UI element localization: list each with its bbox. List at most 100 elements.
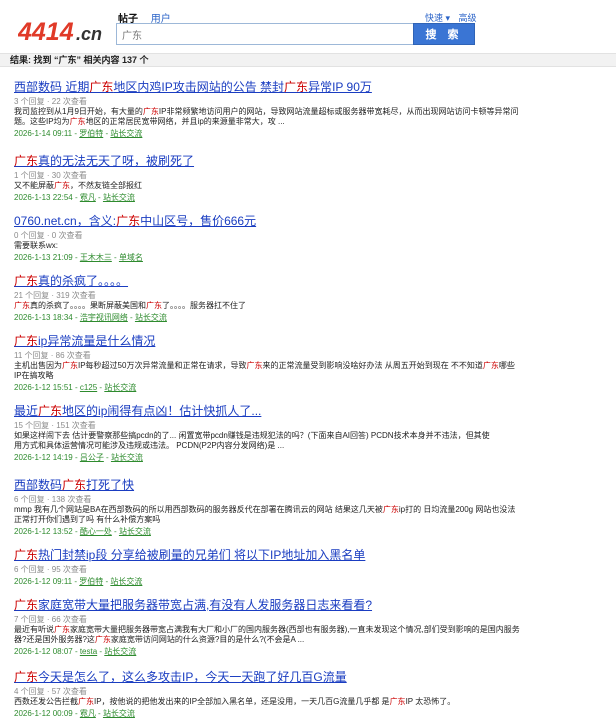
result-footer: 2026-1-12 15:51 - c125 - 站长交流	[14, 383, 137, 392]
title-text: 中山区号，售价666元	[140, 214, 257, 228]
result-author-link[interactable]: 王木木三	[80, 253, 112, 262]
snippet-text: IP非常频繁地访问用户的网站，导致网站流量超标或服务器带宽耗尽，从而出现网站访问…	[158, 107, 519, 116]
result-author-link[interactable]: 酷心一处	[80, 527, 112, 536]
result-snippet: 用方式和具体运营情况可能涉及违规或违法。 PCDN(P2P内容分发网络)是 ..…	[14, 441, 604, 451]
result-author-link[interactable]: 霓凡	[80, 193, 96, 202]
result-date: 2026-1-12 09:11	[14, 577, 73, 586]
result-item: 广东今天是怎么了，这么多攻击IP，今天一天跑了好几百G流量 4 个回复 · 57 …	[14, 670, 604, 719]
result-board-link[interactable]: 站长交流	[110, 577, 142, 586]
result-title-link[interactable]: 广东ip异常流量是什么情况	[14, 334, 604, 349]
result-snippet: mmp 我有几个网站是BA在西部数码的所以用西部数码的服务器反代在部署在腾讯云的…	[14, 505, 604, 515]
result-board-link[interactable]: 单域名	[119, 253, 143, 262]
keyword-highlight: 广东	[382, 505, 399, 514]
site-logo[interactable]: 4414 .cn	[18, 18, 108, 46]
result-item: 最近广东地区的ip闹得有点凶！估计快抓人了... 15 个回复 · 151 次查看…	[14, 404, 604, 463]
result-snippet: 主机出售因为广东IP每秒超过50万次异常流量和正常在请求，导致广东来的正常流量受…	[14, 361, 604, 371]
snippet-text: 真的杀疯了。。。。果断屏蔽美国和	[30, 301, 146, 310]
keyword-highlight: 广东	[146, 301, 162, 310]
snippet-text: 最近有听说	[14, 625, 54, 634]
result-date: 2026-1-13 18:34	[14, 313, 73, 322]
result-board-link[interactable]: 站长交流	[119, 527, 151, 536]
snippet-text: IP 太恐怖了。	[405, 697, 456, 706]
result-author-link[interactable]: 吕公子	[80, 453, 104, 462]
result-title-link[interactable]: 广东真的杀疯了。。。。	[14, 274, 604, 289]
result-board-link[interactable]: 站长交流	[110, 129, 142, 138]
header: 4414 .cn 帖子 用户 快速 ▾ 高级 广东 搜 索	[0, 0, 616, 50]
result-author-link[interactable]: 罗伯特	[79, 577, 103, 586]
search-button[interactable]: 搜 索	[413, 23, 475, 45]
result-snippet: 需要联系wx:	[14, 241, 604, 251]
snippet-text: 需要联系wx:	[14, 241, 58, 250]
result-footer: 2026-1-14 09:11 - 罗伯特 - 站长交流	[14, 129, 143, 138]
keyword-highlight: 广东	[62, 478, 87, 492]
result-item: 广东真的杀疯了。。。。 21 个回复 · 319 次查看 广东真的杀疯了。。。。果断…	[14, 274, 604, 323]
snippet-text: mmp 我有几个网站是BA在西部数码的所以用西部数码的服务器反代在部署在腾讯云的…	[14, 505, 383, 514]
result-meta: 7 个回复 · 66 次查看	[14, 615, 87, 624]
title-text: ip异常流量是什么情况	[38, 334, 156, 348]
result-board-link[interactable]: 站长交流	[103, 709, 135, 718]
result-item: 西部数码 近期广东地区内鸡IP攻击网站的公告 禁封广东异常IP 90万 3 个回复…	[14, 80, 604, 139]
result-author-link[interactable]: 浩宇视讯网络	[80, 313, 128, 322]
keyword-highlight: 广东	[14, 670, 39, 684]
keyword-highlight: 广东	[14, 598, 39, 612]
result-title-link[interactable]: 广东真的无法无天了呀，被刷死了	[14, 154, 604, 169]
snippet-text: 地区的正常居民宽带网络，并且ip的来源量非常大，攻 ...	[85, 117, 285, 126]
title-text: 0760.net.cn，含义:	[14, 214, 117, 228]
keyword-highlight: 广东	[14, 301, 30, 310]
result-snippet: 最近有听说广东家庭宽带大量把服务器带宽占满我有大厂和小厂的国内服务器(西部也有服…	[14, 625, 604, 635]
advanced-search-link[interactable]: 高级	[459, 13, 477, 23]
title-text: 真的杀疯了。。。。	[38, 274, 129, 288]
result-title-link[interactable]: 最近广东地区的ip闹得有点凶！估计快抓人了...	[14, 404, 604, 419]
result-author-link[interactable]: testa	[80, 647, 97, 656]
result-title-link[interactable]: 西部数码 近期广东地区内鸡IP攻击网站的公告 禁封广东异常IP 90万	[14, 80, 604, 95]
title-text: 最近	[14, 404, 39, 418]
keyword-highlight: 广东	[69, 117, 86, 126]
result-meta: 1 个回复 · 30 次查看	[14, 171, 87, 180]
keyword-highlight: 广东	[389, 697, 406, 706]
result-snippet: 如果这样闹下去 估计要警察那些搞pcdn的了... 闲置宽带pcdn赚钱是违规犯…	[14, 431, 604, 441]
result-author-link[interactable]: 罗伯特	[79, 129, 103, 138]
result-date: 2026-1-13 22:54	[14, 193, 73, 202]
result-board-link[interactable]: 站长交流	[104, 647, 136, 656]
result-footer: 2026-1-13 18:34 - 浩宇视讯网络 - 站长交流	[14, 313, 167, 322]
result-board-link[interactable]: 站长交流	[104, 383, 136, 392]
result-footer: 2026-1-12 14:19 - 吕公子 - 站长交流	[14, 453, 143, 462]
result-item: 广东真的无法无天了呀，被刷死了 1 个回复 · 30 次查看 又不能屏蔽广东，不然友…	[14, 154, 604, 203]
result-title-link[interactable]: 广东今天是怎么了，这么多攻击IP，今天一天跑了好几百G流量	[14, 670, 604, 685]
result-item: 西部数码广东打死了快 6 个回复 · 138 次查看 mmp 我有几个网站是BA在西…	[14, 478, 604, 537]
result-author-link[interactable]: c125	[80, 383, 97, 392]
svg-text:.cn: .cn	[76, 24, 102, 44]
snippet-text: IP，按他说的把他发出来的IP全部加入黑名单，还是没用，一天几百G流量几乎都 是	[94, 697, 390, 706]
keyword-highlight: 广东	[142, 107, 159, 116]
keyword-highlight: 广东	[14, 334, 39, 348]
result-board-link[interactable]: 站长交流	[111, 453, 143, 462]
title-text: 热门封禁ip段 分享给被刷量的兄弟们 将以下IP地址加入黑名单	[38, 548, 366, 562]
result-title-link[interactable]: 西部数码广东打死了快	[14, 478, 604, 493]
result-footer: 2026-1-13 22:54 - 霓凡 - 站长交流	[14, 193, 135, 202]
title-text: 地区的ip闹得有点凶！估计快抓人了...	[62, 404, 262, 418]
result-date: 2026-1-13 21:09	[14, 253, 73, 262]
result-footer: 2026-1-12 09:11 - 罗伯特 - 站长交流	[14, 577, 143, 586]
result-board-link[interactable]: 站长交流	[103, 193, 135, 202]
result-keyword: 广东	[58, 55, 77, 65]
result-title-link[interactable]: 0760.net.cn，含义:广东中山区号，售价666元	[14, 214, 604, 229]
title-text: 西部数码 近期	[14, 80, 90, 94]
snippet-text: 我司监控到从1月9日开始，有大量的	[14, 107, 143, 116]
quick-search-link[interactable]: 快速 ▾	[425, 13, 450, 23]
result-snippet: 器?还是国外服务器?这广东家庭宽带访问网站的什么资源?目的是什么?(不会是A .…	[14, 635, 604, 645]
snippet-text: IP在搞攻略	[14, 371, 54, 380]
title-text: 地区内鸡IP攻击网站的公告 禁封	[113, 80, 285, 94]
snippet-text: 主机出售因为	[14, 361, 62, 370]
snippet-text: 家庭宽带访问网站的什么资源?目的是什么?(不会是A ...	[110, 635, 305, 644]
result-footer: 2026-1-12 13:52 - 酷心一处 - 站长交流	[14, 527, 151, 536]
result-snippet: 广东真的杀疯了。。。。果断屏蔽美国和广东了。。。。服务器扛不住了	[14, 301, 604, 311]
search-input[interactable]: 广东	[116, 23, 414, 45]
result-board-link[interactable]: 站长交流	[135, 313, 167, 322]
keyword-highlight: 广东	[62, 361, 78, 370]
result-snippet: IP在搞攻略	[14, 371, 604, 381]
result-title-link[interactable]: 广东热门封禁ip段 分享给被刷量的兄弟们 将以下IP地址加入黑名单	[14, 548, 604, 563]
title-text: 异常IP 90万	[308, 80, 372, 94]
result-title-link[interactable]: 广东家庭宽带大量把服务器带宽占满,有没有人发服务器日志来看看?	[14, 598, 604, 613]
result-author-link[interactable]: 霓凡	[80, 709, 96, 718]
keyword-highlight: 广东	[94, 635, 111, 644]
